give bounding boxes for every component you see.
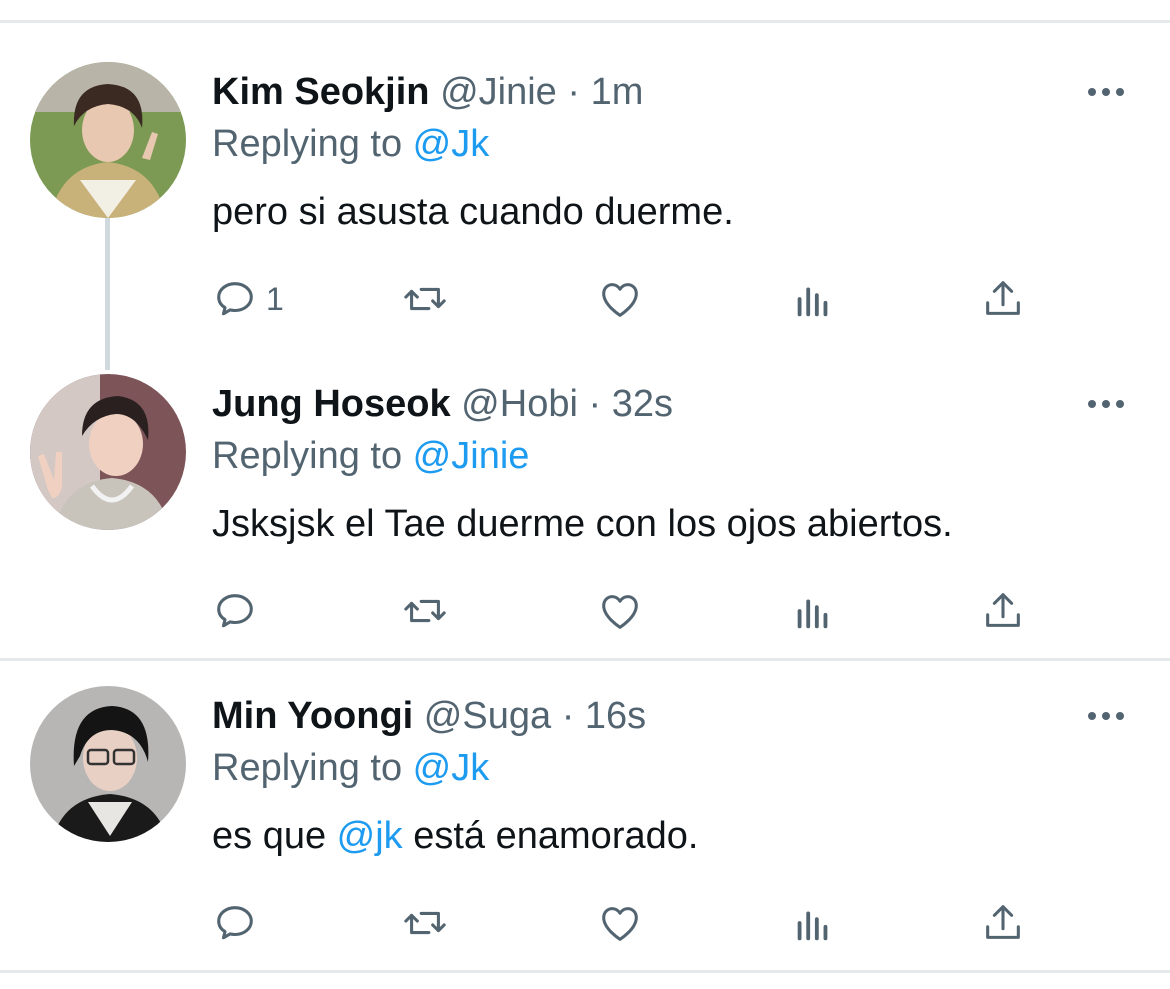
retweet-icon: [404, 287, 446, 311]
avatar[interactable]: [30, 686, 186, 842]
author-name[interactable]: Jung Hoseok: [212, 383, 451, 425]
share-icon: [986, 905, 1020, 939]
retweet-button[interactable]: [402, 898, 448, 948]
retweet-button[interactable]: [402, 274, 448, 324]
like-button[interactable]: [597, 898, 643, 948]
like-button[interactable]: [597, 586, 643, 636]
views-icon: [797, 599, 828, 629]
replying-prefix: Replying to: [212, 435, 413, 477]
comment-icon: [217, 594, 253, 628]
like-icon: [602, 595, 638, 629]
views-button[interactable]: [790, 898, 836, 948]
tweet-text: pero si asusta cuando duerme.: [212, 190, 734, 234]
action-bar: [212, 898, 1112, 948]
tweet-header: Kim Seokjin @Jinie · 1m: [212, 70, 643, 114]
tweet-header: Min Yoongi @Suga · 16s: [212, 694, 646, 738]
author-name[interactable]: Kim Seokjin: [212, 71, 430, 113]
action-bar: [212, 586, 1112, 636]
replying-prefix: Replying to: [212, 123, 413, 165]
views-icon: [797, 287, 828, 317]
comment-icon: [217, 906, 253, 940]
views-button[interactable]: [790, 274, 836, 324]
action-bar: 1: [212, 274, 1112, 324]
more-icon[interactable]: [1086, 82, 1126, 102]
separator-dot: ·: [567, 71, 581, 113]
more-icon[interactable]: [1086, 706, 1126, 726]
more-icon[interactable]: [1086, 394, 1126, 414]
retweet-button[interactable]: [402, 586, 448, 636]
reply-button[interactable]: [212, 586, 258, 636]
tweet-divider: [0, 658, 1170, 661]
replying-mention[interactable]: @Jinie: [413, 435, 530, 477]
author-handle[interactable]: @Hobi: [461, 383, 578, 425]
author-handle[interactable]: @Suga: [424, 695, 551, 737]
retweet-icon: [404, 599, 446, 623]
replying-prefix: Replying to: [212, 747, 413, 789]
retweet-icon: [404, 911, 446, 935]
share-icon: [986, 281, 1020, 315]
top-divider: [0, 20, 1170, 23]
replying-to: Replying to @Jinie: [212, 434, 529, 478]
reply-button[interactable]: [212, 898, 258, 948]
tweet-text-part: pero si asusta cuando duerme.: [212, 191, 734, 233]
like-button[interactable]: [597, 274, 643, 324]
like-icon: [602, 283, 638, 317]
separator-dot: ·: [588, 383, 602, 425]
avatar[interactable]: [30, 374, 186, 530]
timestamp[interactable]: 1m: [591, 71, 644, 113]
share-button[interactable]: [980, 898, 1026, 948]
text-mention[interactable]: @jk: [337, 815, 403, 857]
tweet-text: es que @jk está enamorado.: [212, 814, 698, 858]
share-button[interactable]: [980, 274, 1026, 324]
timestamp[interactable]: 32s: [612, 383, 673, 425]
tweet-text: Jsksjsk el Tae duerme con los ojos abier…: [212, 502, 953, 546]
bottom-divider: [0, 970, 1170, 973]
tweet-text-part: está enamorado.: [402, 815, 699, 857]
thread-connector: [105, 218, 110, 370]
author-name[interactable]: Min Yoongi: [212, 695, 413, 737]
like-icon: [602, 907, 638, 941]
share-button[interactable]: [980, 586, 1026, 636]
views-icon: [797, 911, 828, 941]
reply-count: 1: [266, 280, 284, 317]
tweet-header: Jung Hoseok @Hobi · 32s: [212, 382, 673, 426]
replying-mention[interactable]: @Jk: [413, 123, 490, 165]
comment-icon: [217, 282, 253, 316]
avatar[interactable]: [30, 62, 186, 218]
reply-button[interactable]: 1: [212, 274, 284, 324]
replying-to: Replying to @Jk: [212, 746, 489, 790]
share-icon: [986, 593, 1020, 627]
separator-dot: ·: [561, 695, 575, 737]
author-handle[interactable]: @Jinie: [440, 71, 557, 113]
replying-to: Replying to @Jk: [212, 122, 489, 166]
tweet-text-part: es que: [212, 815, 337, 857]
replying-mention[interactable]: @Jk: [413, 747, 490, 789]
tweet-text-part: Jsksjsk el Tae duerme con los ojos abier…: [212, 503, 953, 545]
views-button[interactable]: [790, 586, 836, 636]
timestamp[interactable]: 16s: [585, 695, 646, 737]
